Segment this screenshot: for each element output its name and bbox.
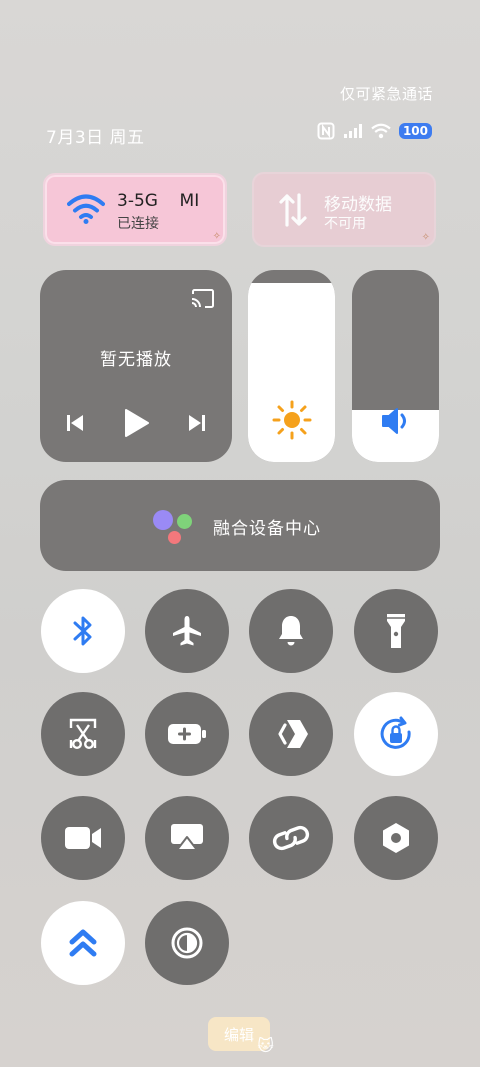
airplane-icon [173, 616, 201, 646]
media-player-card[interactable]: 暂无播放 [40, 270, 232, 462]
mobile-data-tile[interactable]: 移动数据 不可用 ✧ [252, 172, 436, 247]
signal-icon [343, 124, 362, 138]
bell-icon [279, 616, 303, 646]
link-icon [272, 825, 310, 851]
mobile-data-icon [279, 193, 307, 227]
settings-toggle[interactable] [354, 796, 438, 880]
wifi-network-name: 3-5G MI [117, 191, 200, 211]
previous-track-icon[interactable] [64, 412, 86, 434]
screen-cast-toggle[interactable] [145, 796, 229, 880]
edit-button[interactable]: 编辑 🐱 [208, 1017, 274, 1055]
fusion-dots-icon [153, 510, 173, 530]
dark-mode-toggle[interactable] [145, 901, 229, 985]
double-chevron-up-icon [69, 929, 97, 957]
brightness-slider[interactable] [248, 270, 335, 462]
screenshot-toggle[interactable] [41, 692, 125, 776]
sparkle-icon: ✧ [421, 232, 430, 243]
edit-label: 编辑 [223, 1025, 254, 1044]
flashlight-icon [387, 614, 405, 648]
nfc-icon [317, 122, 335, 140]
media-controls [64, 408, 208, 438]
next-track-icon[interactable] [186, 412, 208, 434]
media-title: 暂无播放 [100, 350, 172, 370]
mobile-data-title: 移动数据 [324, 195, 392, 215]
fusion-dot-red [168, 531, 181, 544]
wifi-tile[interactable]: 3-5G MI 已连接 ✧ [43, 173, 227, 246]
fusion-device-center[interactable]: 融合设备中心 [40, 480, 440, 571]
speaker-icon [352, 406, 439, 440]
rotation-lock-toggle[interactable] [354, 692, 438, 776]
play-icon[interactable] [122, 408, 150, 438]
ring-mode-toggle[interactable] [249, 589, 333, 673]
hexagon-settings-icon [383, 823, 409, 853]
cat-icon: 🐱 [257, 1036, 274, 1055]
bluetooth-toggle[interactable] [41, 589, 125, 673]
brightness-sun-icon [248, 400, 335, 444]
status-icons: 100 [317, 122, 432, 140]
battery-badge: 100 [398, 123, 432, 139]
link-chevron-icon [278, 720, 308, 748]
wifi-status-icon [371, 123, 391, 139]
connect-toggle[interactable] [249, 692, 333, 776]
mobile-data-status: 不可用 [324, 216, 366, 232]
airplane-mode-toggle[interactable] [145, 589, 229, 673]
flashlight-toggle[interactable] [354, 589, 438, 673]
wifi-status-text: 已连接 [117, 216, 159, 232]
fusion-label: 融合设备中心 [213, 519, 321, 539]
scissors-icon [69, 718, 97, 750]
volume-slider[interactable] [352, 270, 439, 462]
emergency-call-label: 仅可紧急通话 [339, 85, 433, 103]
sparkle-icon: ✧ [212, 231, 221, 242]
screen-record-toggle[interactable] [41, 796, 125, 880]
date-label: 7月3日 周五 [46, 128, 145, 148]
contrast-icon [171, 927, 203, 959]
screen-cast-icon [171, 824, 203, 851]
video-camera-icon [65, 827, 101, 849]
battery-plus-icon [168, 724, 206, 744]
performance-toggle[interactable] [41, 901, 125, 985]
fusion-dot-green [177, 514, 192, 529]
cast-icon[interactable] [190, 288, 216, 310]
link-toggle[interactable] [249, 796, 333, 880]
wifi-icon [67, 194, 105, 224]
bluetooth-icon [73, 616, 92, 646]
battery-saver-toggle[interactable] [145, 692, 229, 776]
rotation-lock-icon [380, 716, 411, 749]
